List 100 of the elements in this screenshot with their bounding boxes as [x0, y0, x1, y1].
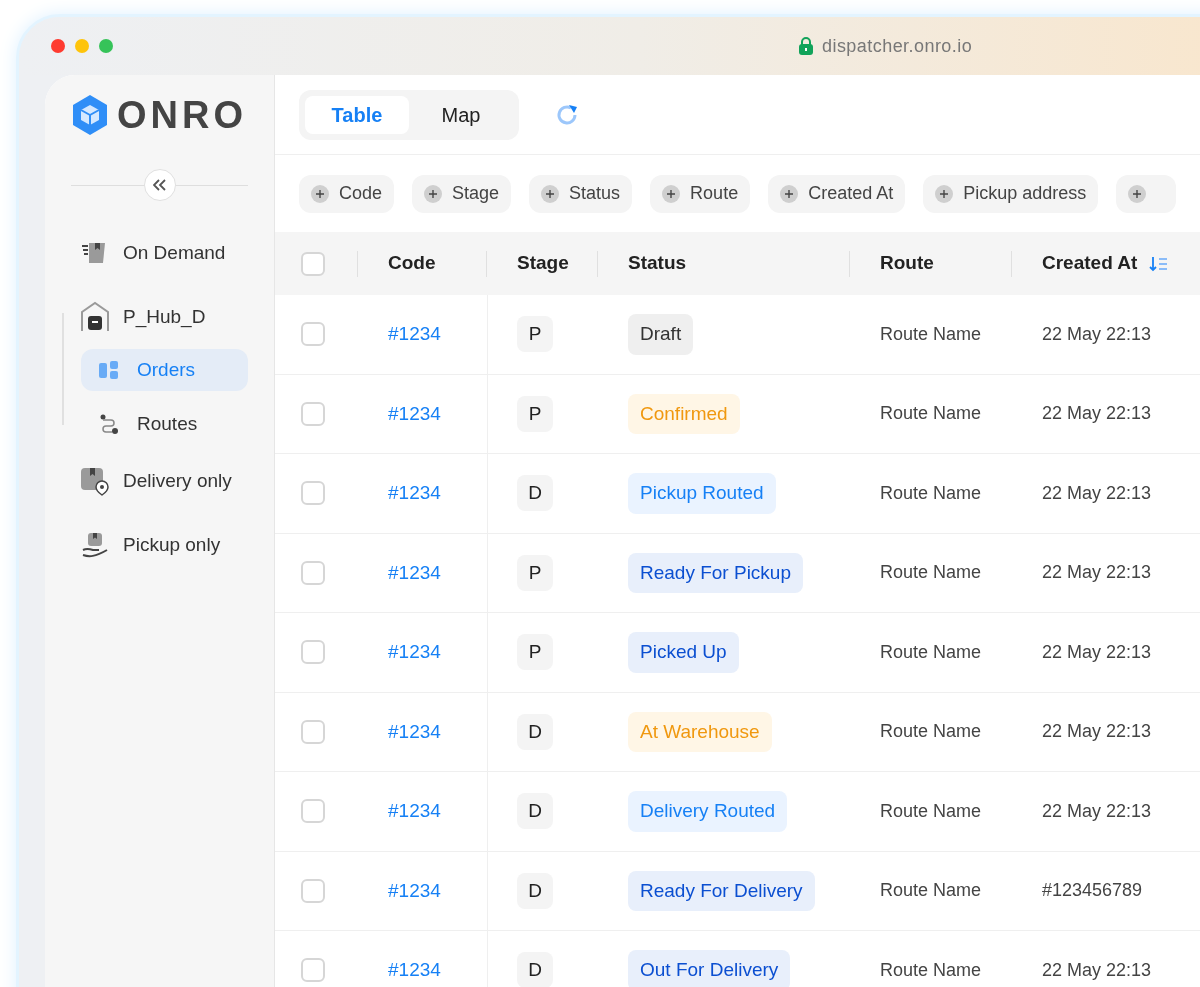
table-cell: 22 May 22:13 [1042, 721, 1152, 742]
table-row[interactable]: #1234 P Picked Up Route Name 22 May 22:13 [275, 613, 1200, 693]
warehouse-icon [79, 301, 111, 333]
url-text[interactable]: dispatcher.onro.io [822, 32, 973, 60]
package-pin-icon [80, 466, 110, 496]
stage-tag: P [517, 554, 553, 591]
stage-tag: P [517, 395, 553, 432]
sidebar-item[interactable]: On Demand [71, 225, 248, 281]
logo-text: ONRO [117, 96, 247, 134]
sort-icon[interactable] [1149, 254, 1170, 273]
stage-tag: D [517, 475, 553, 512]
column-header[interactable]: Created At [1042, 249, 1138, 278]
table-cell: Route Name [880, 641, 982, 662]
stage-tag: D [517, 793, 553, 830]
table-cell: 22 May 22:13 [1042, 323, 1152, 344]
stage-tag: D [517, 952, 553, 987]
plus-icon [935, 184, 954, 203]
status-tag: Picked Up [628, 632, 739, 673]
table-cell: 22 May 22:13 [1042, 959, 1152, 980]
table-cell: #123456789 [1042, 880, 1143, 901]
hand-package-icon [81, 531, 109, 559]
plus-icon [424, 184, 443, 203]
column-header[interactable]: Route [880, 249, 934, 278]
sidebar-item[interactable]: Delivery only [71, 453, 248, 509]
select-all-checkbox[interactable] [301, 251, 325, 276]
table-row[interactable]: #1234 P Confirmed Route Name 22 May 22:13 [275, 374, 1200, 454]
table-cell: Route Name [880, 721, 982, 742]
row-checkbox[interactable] [301, 401, 325, 426]
sidebar-item[interactable]: P_Hub_D [71, 289, 248, 345]
plus-icon [541, 184, 560, 203]
table-cell: Route Name [880, 880, 982, 901]
row-checkbox[interactable] [301, 560, 325, 585]
row-checkbox[interactable] [301, 719, 325, 744]
filter-chip[interactable]: Code [299, 174, 395, 213]
plus-icon [311, 184, 329, 203]
logo-icon [71, 94, 109, 136]
status-tag: Out For Delivery [628, 950, 791, 987]
table-row[interactable]: #1234 D At Warehouse Route Name 22 May 22:13 [275, 692, 1200, 772]
plus-icon [662, 184, 681, 203]
order-code-link[interactable]: #1234 [388, 641, 441, 662]
stage-tag: D [517, 713, 553, 750]
plus-icon [1128, 184, 1147, 203]
filter-chip[interactable]: Stage [412, 174, 512, 213]
table-cell: Route Name [880, 323, 982, 344]
order-code-link[interactable]: #1234 [388, 323, 441, 344]
table-row[interactable]: #1234 P Draft Route Name 22 May 22:13 [275, 295, 1200, 375]
plus-icon [780, 184, 799, 203]
table-cell: 22 May 22:13 [1042, 641, 1152, 662]
minimize-icon[interactable] [75, 39, 89, 53]
order-code-link[interactable]: #1234 [388, 402, 441, 424]
order-code-link[interactable]: #1234 [388, 879, 441, 901]
filter-chip[interactable]: Status [529, 174, 633, 213]
collapse-button[interactable] [143, 169, 176, 201]
refresh-icon[interactable] [555, 102, 579, 127]
status-tag: Ready For Pickup [628, 552, 803, 593]
table-cell: 22 May 22:13 [1042, 562, 1152, 583]
table-cell: Route Name [880, 403, 982, 424]
status-tag: Draft [628, 314, 694, 355]
table-row[interactable]: #1234 D Pickup Routed Route Name 22 May 22:13 [275, 454, 1200, 534]
table-row[interactable]: #1234 D Out For Delivery Route Name 22 May 22:13 [275, 931, 1200, 987]
filter-chip[interactable]: Created At [768, 174, 906, 213]
order-code-link[interactable]: #1234 [388, 482, 441, 503]
view-tab[interactable]: Table [305, 95, 409, 134]
table-row[interactable]: #1234 P Ready For Pickup Route Name 22 May 22:13 [275, 533, 1200, 613]
route-icon [98, 413, 120, 435]
stage-tag: P [517, 634, 553, 671]
row-checkbox[interactable] [301, 958, 325, 983]
row-checkbox[interactable] [301, 322, 325, 347]
collapse-icon [152, 179, 167, 191]
row-checkbox[interactable] [301, 481, 325, 506]
table-cell: Route Name [880, 800, 982, 821]
close-icon[interactable] [51, 39, 65, 53]
order-code-link[interactable]: #1234 [388, 720, 441, 742]
column-header[interactable]: Stage [517, 249, 569, 278]
view-tab[interactable]: Map [409, 95, 513, 134]
row-checkbox[interactable] [301, 799, 325, 824]
filter-chip[interactable]: Pickup address [923, 174, 1099, 213]
filter-chip[interactable] [1116, 174, 1177, 213]
order-code-link[interactable]: #1234 [388, 561, 441, 583]
table-row[interactable]: #1234 D Delivery Routed Route Name 22 May 22:13 [275, 772, 1200, 852]
maximize-icon[interactable] [99, 39, 113, 53]
stage-tag: D [517, 872, 553, 909]
table-cell: 22 May 22:13 [1042, 403, 1152, 424]
order-code-link[interactable]: #1234 [388, 800, 441, 821]
row-checkbox[interactable] [301, 640, 325, 665]
table-row[interactable]: #1234 D Ready For Delivery Route Name #123456789 [275, 851, 1200, 931]
orders-icon [98, 359, 120, 381]
column-header[interactable]: Status [628, 249, 687, 278]
sidebar-item[interactable]: Routes [81, 403, 248, 445]
row-checkbox[interactable] [301, 878, 325, 903]
status-tag: At Warehouse [628, 711, 772, 752]
stage-tag: P [517, 316, 553, 353]
filter-chip[interactable]: Route [650, 174, 751, 213]
table-cell: 22 May 22:13 [1042, 800, 1152, 821]
column-header[interactable]: Code [388, 249, 436, 278]
status-tag: Pickup Routed [628, 473, 776, 514]
order-code-link[interactable]: #1234 [388, 959, 441, 980]
table-cell: Route Name [880, 482, 982, 503]
sidebar-item[interactable]: Pickup only [71, 517, 248, 573]
status-tag: Confirmed [628, 393, 740, 434]
